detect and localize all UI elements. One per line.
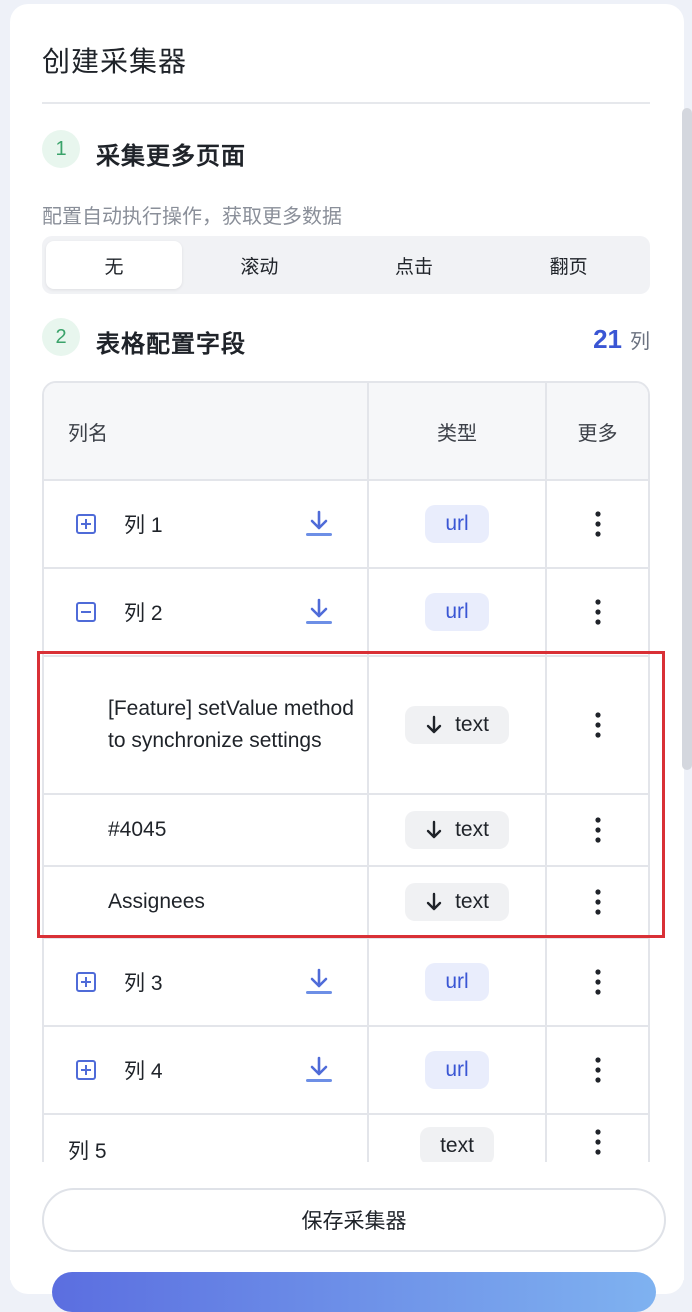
type-pill[interactable]: text [405,811,509,849]
plus-square-icon[interactable] [76,514,96,534]
column-count-number: 21 [593,324,622,354]
type-pill[interactable]: text [405,706,509,744]
sub-field-name[interactable]: [Feature] setValue method to synchronize… [108,693,358,757]
column-name[interactable]: 列 1 [124,509,163,539]
kebab-icon[interactable] [594,712,601,738]
header-more: 更多 [577,422,618,445]
save-collector-button[interactable]: 保存采集器 [42,1188,666,1252]
table-row: 列 4 url [44,1027,648,1115]
column-name[interactable]: 列 3 [124,967,163,997]
sub-field-row: #4045 text [44,795,648,867]
sub-field-row: [Feature] setValue method to synchronize… [44,657,648,795]
minus-square-icon[interactable] [76,602,96,622]
arrow-down-icon [426,892,442,911]
kebab-icon[interactable] [594,1057,601,1083]
type-pill[interactable]: text [405,883,509,921]
kebab-icon[interactable] [594,969,601,995]
segment-scroll[interactable]: 滚动 [182,241,337,289]
column-name[interactable]: 列 2 [124,597,163,627]
column-name[interactable]: 列 4 [124,1055,163,1085]
kebab-icon[interactable] [594,889,601,915]
plus-square-icon[interactable] [76,1060,96,1080]
plus-square-icon[interactable] [76,972,96,992]
panel-title: 创建采集器 [42,46,188,77]
step1-description: 配置自动执行操作，获取更多数据 [42,206,342,228]
segment-paginate[interactable]: 翻页 [491,241,646,289]
sub-field-name[interactable]: Assignees [108,886,358,918]
footer-bar: 保存采集器 [10,1162,684,1312]
column-count-unit: 列 [630,331,650,353]
segment-none[interactable]: 无 [46,241,182,289]
step-badge-2: 2 [42,318,80,356]
kebab-icon[interactable] [594,511,601,537]
segment-click[interactable]: 点击 [337,241,492,289]
header-type: 类型 [437,422,477,445]
type-pill[interactable]: text [420,1127,494,1165]
primary-action-button[interactable] [52,1272,656,1312]
divider [42,102,650,104]
type-pill[interactable]: url [425,505,489,543]
action-segmented-control: 无 滚动 点击 翻页 [42,236,650,294]
sub-field-row: Assignees text [44,867,648,939]
arrow-down-icon [426,820,442,839]
download-icon[interactable] [304,1054,334,1086]
type-pill[interactable]: url [425,593,489,631]
kebab-icon[interactable] [594,817,601,843]
column-count: 21 列 [593,324,650,355]
download-icon[interactable] [304,596,334,628]
table-header: 列名 类型 更多 [44,383,648,481]
table-row: 列 1 url [44,481,648,569]
table-row: 列 2 url [44,569,648,657]
scrollbar[interactable] [682,108,692,770]
table-row: 列 3 url [44,939,648,1027]
download-icon[interactable] [304,966,334,998]
kebab-icon[interactable] [594,599,601,625]
collector-panel: 创建采集器 1 采集更多页面 配置自动执行操作，获取更多数据 无 滚动 点击 翻… [10,4,684,1294]
kebab-icon[interactable] [594,1129,601,1155]
download-icon[interactable] [304,508,334,540]
step-badge-1: 1 [42,130,80,168]
sub-field-name[interactable]: #4045 [108,814,358,846]
fields-table: 列名 类型 更多 列 1 url 列 2 url [Feature] setVa… [42,381,650,1201]
arrow-down-icon [426,715,442,734]
column-name[interactable]: 列 5 [68,1135,107,1165]
header-name: 列名 [68,422,108,445]
step1-title: 采集更多页面 [96,143,246,170]
step2-title: 表格配置字段 [96,331,246,358]
type-pill[interactable]: url [425,963,489,1001]
type-pill[interactable]: url [425,1051,489,1089]
